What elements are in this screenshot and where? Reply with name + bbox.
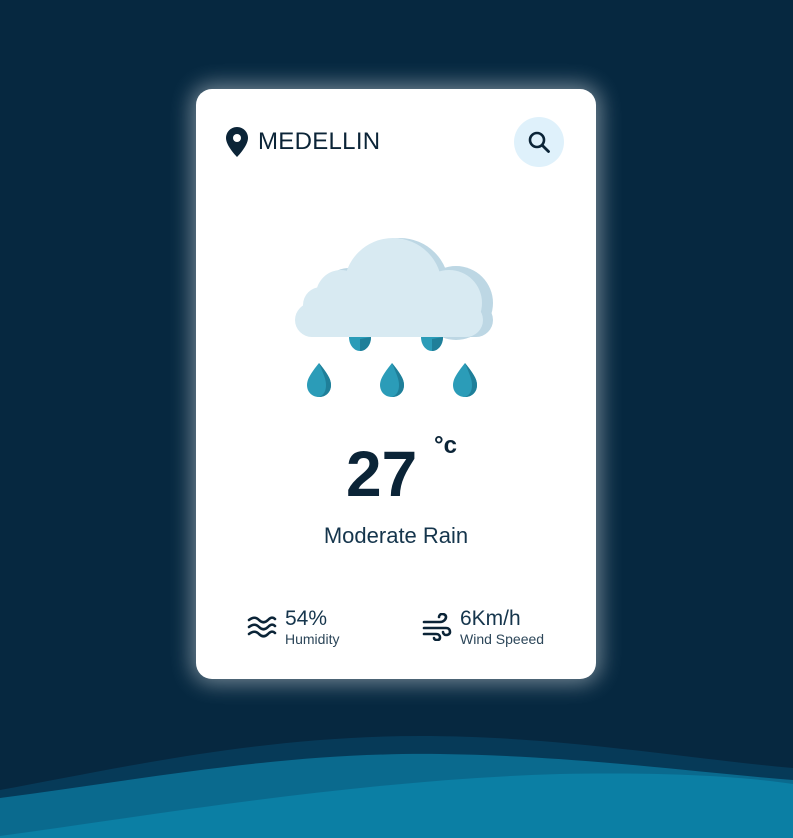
wind-icon xyxy=(422,613,452,641)
location: MEDELLIN xyxy=(226,127,380,157)
temperature-value: 27 xyxy=(346,438,418,510)
wind-label: Wind Speeed xyxy=(460,631,545,647)
weather-description: Moderate Rain xyxy=(323,523,469,548)
humidity-value: 54% xyxy=(285,607,328,630)
humidity-waves-icon xyxy=(247,616,277,638)
city-name: MEDELLIN xyxy=(258,128,381,155)
search-icon xyxy=(528,131,550,153)
weather-card: MEDELLIN 27 °c Moderate Rain 54% Humidit… xyxy=(196,89,596,679)
wind-value: 6Km/h xyxy=(460,607,521,630)
wind-stat: 6Km/h Wind Speeed xyxy=(422,607,544,647)
humidity-label: Humidity xyxy=(285,631,340,647)
rain-drops xyxy=(307,337,477,397)
background-waves xyxy=(0,736,793,838)
temperature-unit: °c xyxy=(434,432,457,459)
rain-cloud-icon xyxy=(295,238,493,397)
map-pin-icon xyxy=(226,127,248,157)
app-background: MEDELLIN 27 °c Moderate Rain 54% Humidit… xyxy=(0,0,793,838)
temperature-block: 27 °c xyxy=(196,434,596,524)
search-button[interactable] xyxy=(514,117,564,167)
humidity-stat: 54% Humidity xyxy=(247,607,339,647)
